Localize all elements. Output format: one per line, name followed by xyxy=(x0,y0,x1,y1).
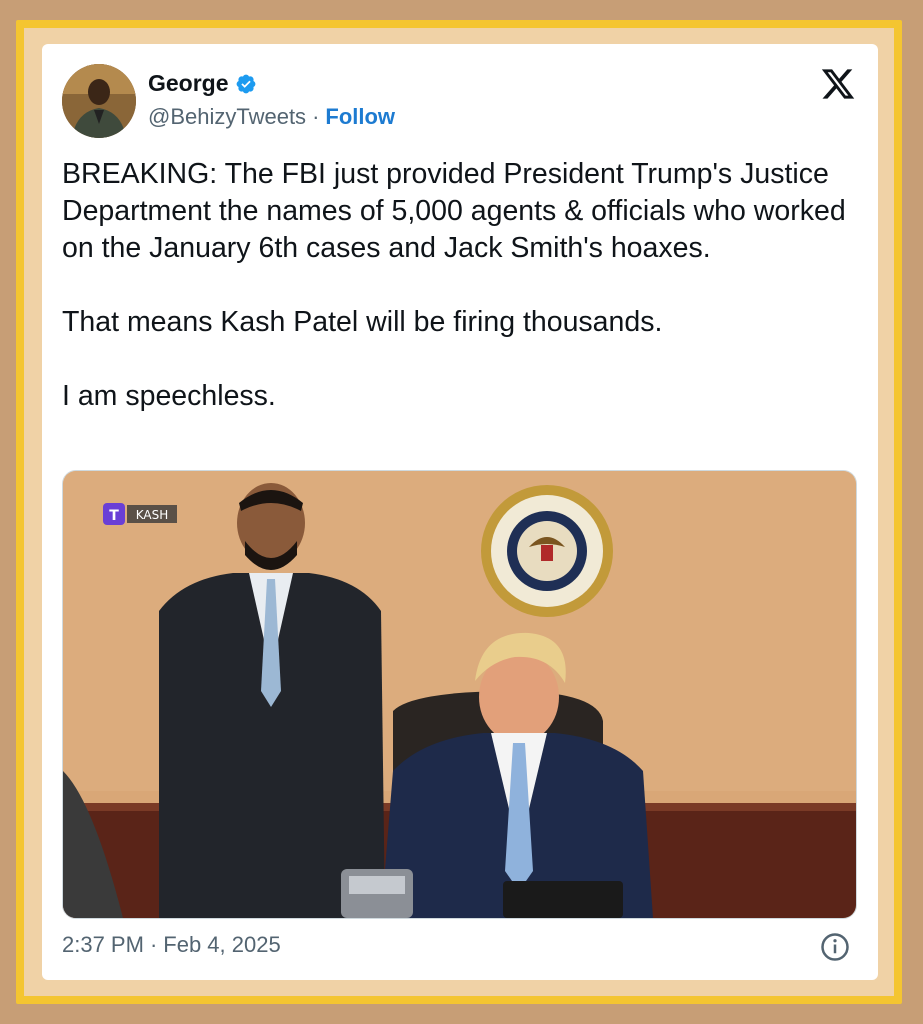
tweet-text: BREAKING: The FBI just provided Presiden… xyxy=(62,158,846,412)
follow-button[interactable]: Follow xyxy=(325,104,395,130)
author-handle[interactable]: @BehizyTweets xyxy=(148,104,306,130)
handle-separator: · xyxy=(312,104,320,129)
tweet-media-image[interactable]: T KASH xyxy=(62,470,857,919)
author-name[interactable]: George xyxy=(148,70,229,97)
tweet-card[interactable]: George @BehizyTweets · Follow BREAKING: … xyxy=(42,44,878,980)
watermark-icon: T xyxy=(109,508,119,524)
avatar[interactable] xyxy=(62,64,136,138)
verified-badge-icon xyxy=(236,74,255,93)
x-logo-icon[interactable] xyxy=(820,66,856,102)
watermark-label: KASH xyxy=(136,508,169,522)
tweet-time[interactable]: 2:37 PM xyxy=(62,932,144,958)
watermark: T KASH xyxy=(103,503,177,525)
footer-separator: · xyxy=(149,932,158,957)
tweet-date[interactable]: Feb 4, 2025 xyxy=(163,932,280,958)
presidential-seal xyxy=(481,485,613,617)
info-icon[interactable] xyxy=(820,932,850,962)
